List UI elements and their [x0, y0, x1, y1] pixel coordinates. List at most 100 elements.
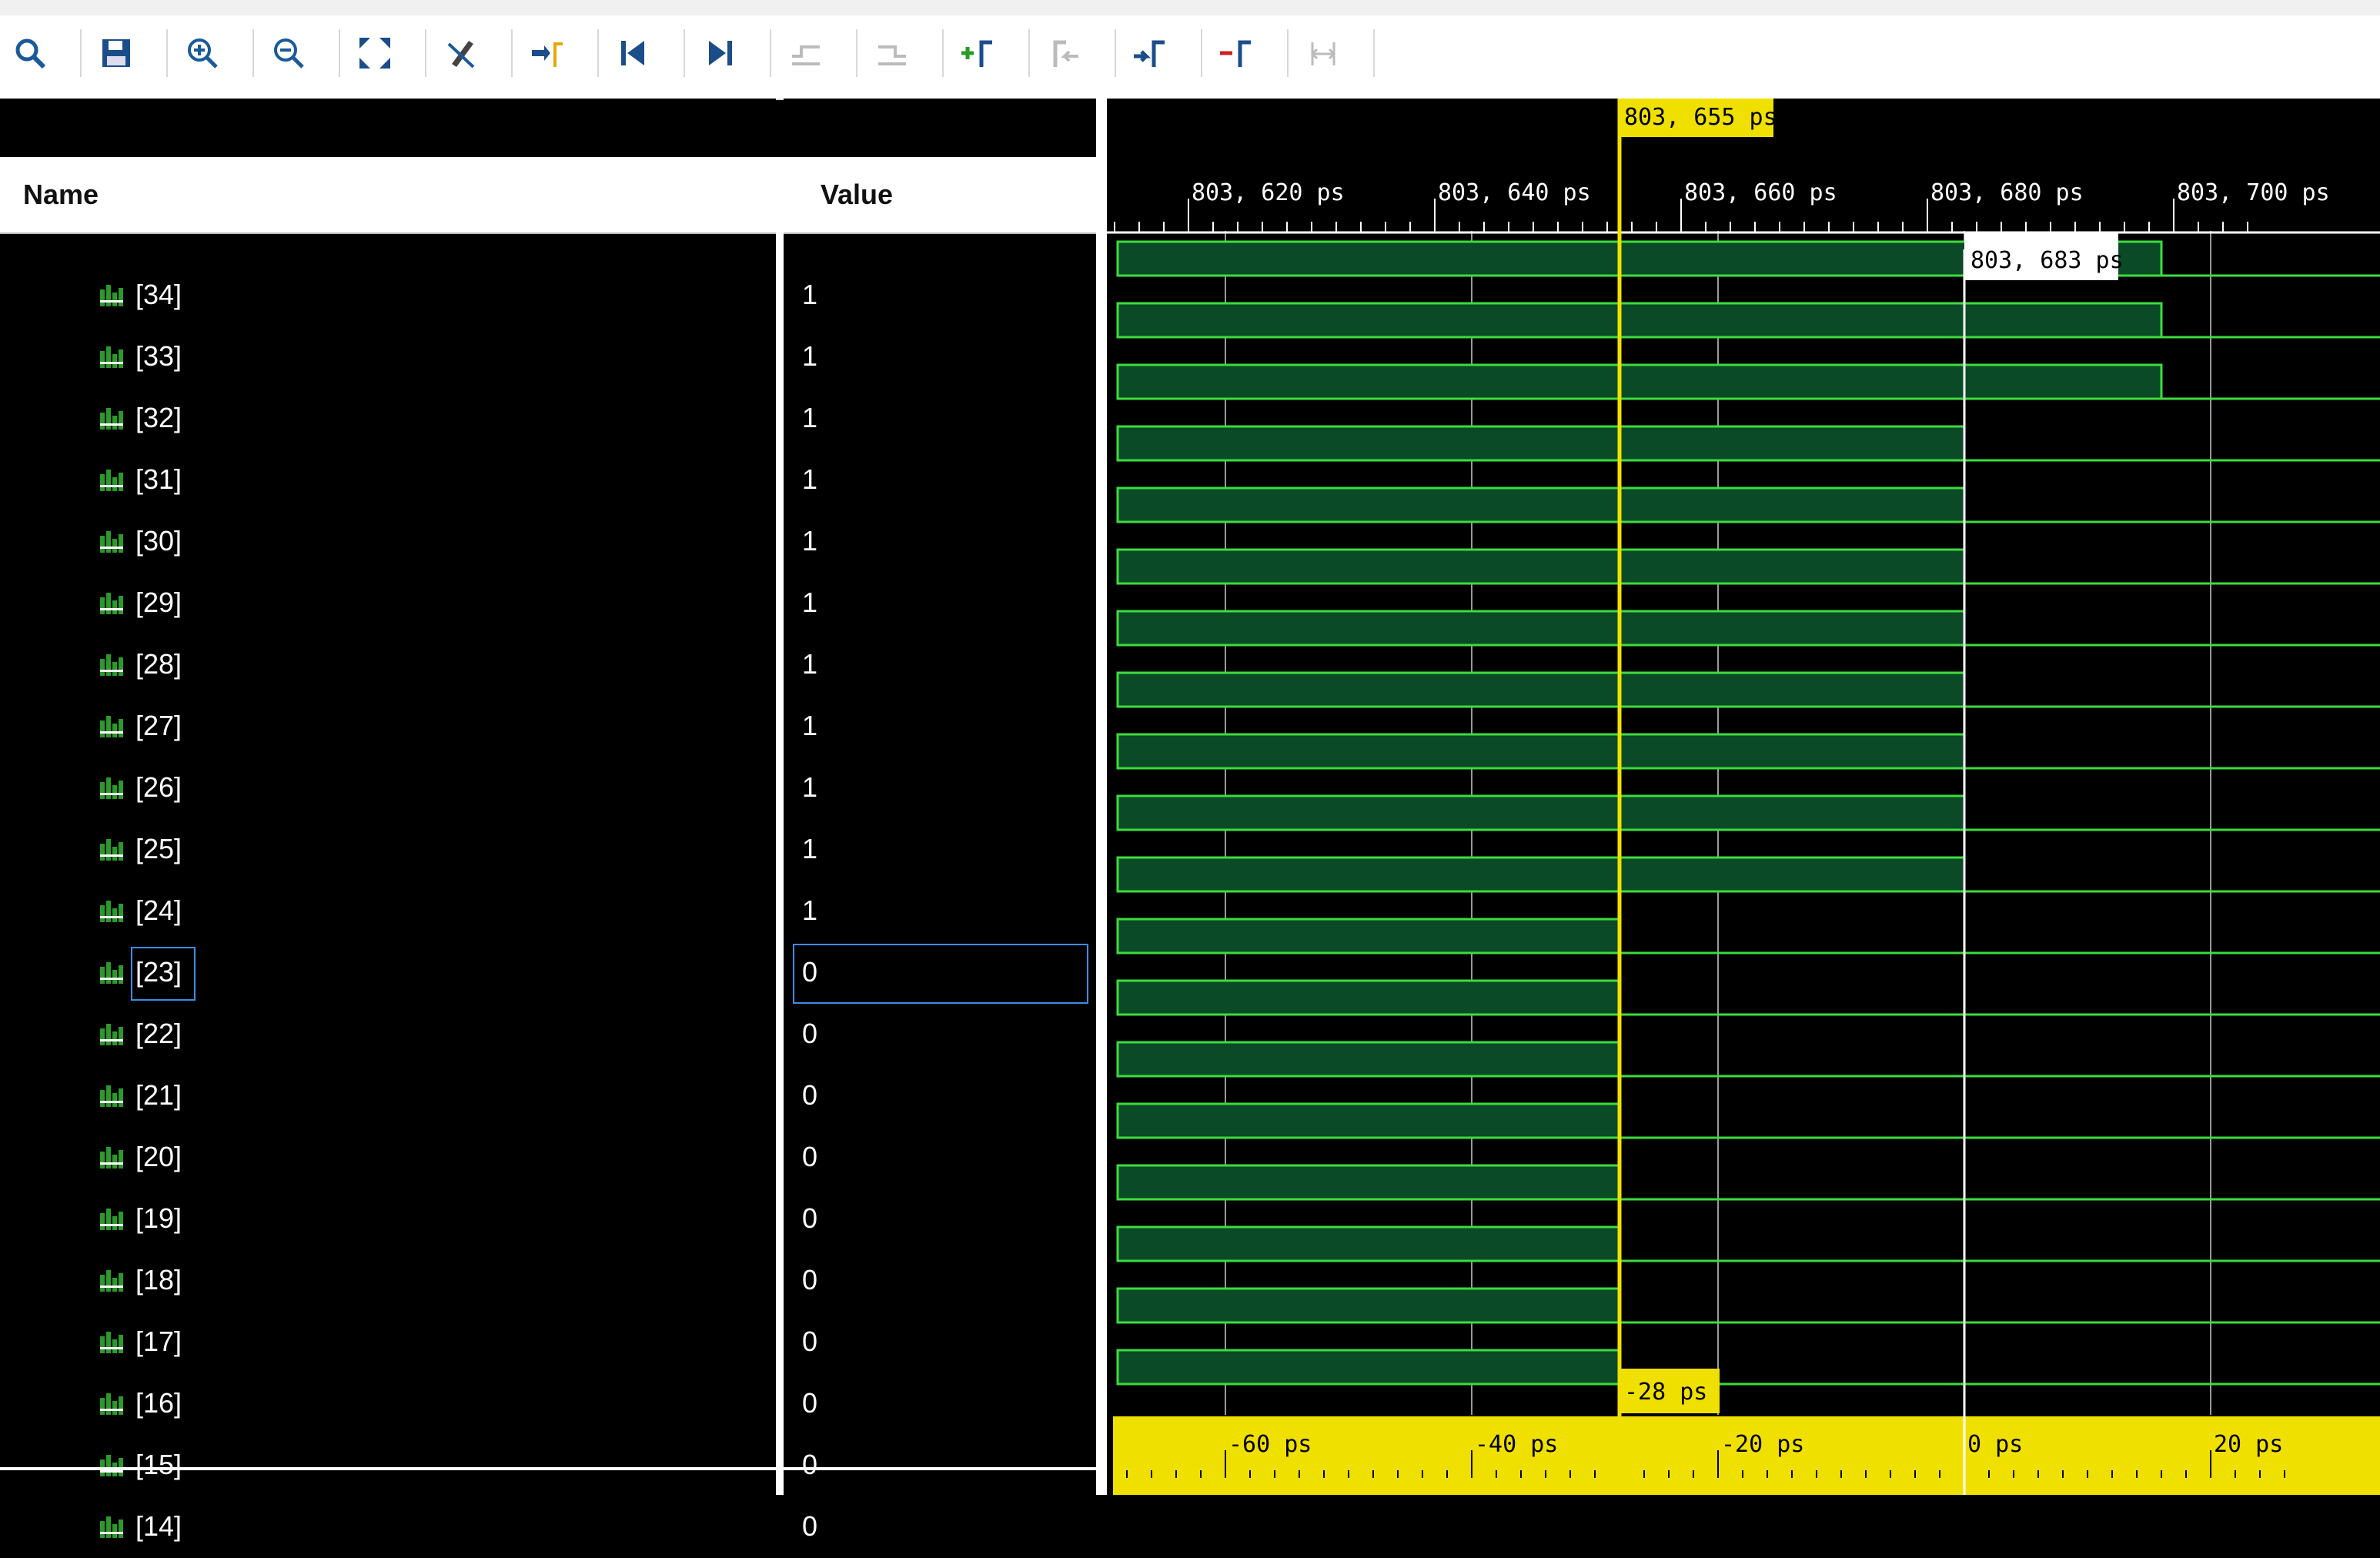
signal-row[interactable]: [18] — [0, 1250, 776, 1312]
signal-value-row[interactable]: 0 — [784, 1127, 1096, 1189]
signal-value-row[interactable]: 1 — [784, 634, 1096, 696]
name-column-label: Name — [23, 179, 99, 210]
signal-value-row[interactable]: 0 — [784, 1065, 1096, 1127]
signal-value-row[interactable]: 0 — [784, 1312, 1096, 1373]
selected-name-outline — [131, 947, 196, 1001]
toolbar-separator — [1201, 29, 1202, 77]
signal-value-row[interactable]: 0 — [784, 1004, 1096, 1065]
signal-name: [19] — [135, 1202, 182, 1234]
waveform-canvas[interactable]: 803, 620 ps 803, 640 ps 803, 660 ps 803, 68… — [1107, 99, 2380, 1495]
prev-transition-button[interactable] — [779, 26, 833, 80]
remove-marker-button[interactable] — [1210, 26, 1264, 80]
signal-row[interactable]: [31] — [0, 450, 776, 511]
signal-row[interactable]: [25] — [0, 819, 776, 881]
goto-start-button[interactable] — [607, 26, 660, 80]
signal-value-row[interactable]: 1 — [784, 511, 1096, 573]
signal-row[interactable]: [29] — [0, 573, 776, 634]
signal-value-row[interactable]: 0 — [784, 1373, 1096, 1435]
signal-row[interactable]: [27] — [0, 696, 776, 757]
signal-row[interactable]: [21] — [0, 1065, 776, 1127]
next-marker-button[interactable] — [1124, 26, 1178, 80]
signal-row[interactable]: [19] — [0, 1189, 776, 1250]
bus-signal-icon — [99, 528, 125, 554]
value-column-header[interactable]: Value — [784, 157, 1096, 234]
signal-value: 0 — [802, 1264, 818, 1296]
wave-high-segment — [1116, 1287, 1621, 1324]
signal-value-row[interactable]: 1 — [784, 326, 1096, 388]
signal-row[interactable]: [15] — [0, 1435, 776, 1496]
signal-name: [33] — [135, 340, 182, 372]
signal-row[interactable]: [28] — [0, 634, 776, 696]
swap-cursors-button[interactable] — [1296, 26, 1350, 80]
next-transition-button[interactable] — [865, 26, 919, 80]
signal-value-row[interactable]: 0 — [784, 1496, 1096, 1558]
name-column-header[interactable]: Name — [0, 157, 776, 234]
prev-marker-button[interactable] — [1038, 26, 1091, 80]
signal-name: [17] — [135, 1326, 182, 1357]
top-tick-label: 803, 660 ps — [1684, 179, 1837, 206]
signal-row[interactable]: [22] — [0, 1004, 776, 1065]
prev-marker-icon — [1053, 40, 1078, 67]
zoom-in-button[interactable] — [175, 26, 229, 80]
wave-high-segment — [1116, 671, 1966, 708]
top-tick-label: 803, 620 ps — [1192, 179, 1345, 206]
signal-row[interactable]: [23] — [0, 942, 776, 1004]
wave-high-segment — [1116, 610, 1966, 647]
signal-value-row[interactable]: 1 — [784, 573, 1096, 634]
signal-name: [22] — [135, 1018, 182, 1049]
value-wave-splitter[interactable] — [1096, 99, 1107, 1495]
signal-value-row[interactable]: 1 — [784, 265, 1096, 326]
signal-value-row[interactable]: 0 — [784, 1435, 1096, 1496]
signal-value: 1 — [802, 771, 818, 803]
signal-row[interactable]: [32] — [0, 388, 776, 450]
top-tick-label: 803, 680 ps — [1930, 179, 2084, 206]
signal-name: [18] — [135, 1264, 182, 1296]
zoom-fit-button[interactable] — [348, 26, 402, 80]
signal-value-row[interactable]: 1 — [784, 696, 1096, 757]
signal-row[interactable]: [34] — [0, 265, 776, 326]
top-tick-label: 803, 640 ps — [1438, 179, 1591, 206]
signal-row[interactable]: [16] — [0, 1373, 776, 1435]
selected-value-outline — [793, 944, 1088, 1004]
toolbar-separator — [597, 29, 599, 77]
zoom-out-button[interactable] — [262, 26, 316, 80]
save-button[interactable] — [89, 26, 143, 80]
top-strip — [0, 0, 2380, 15]
signal-row[interactable]: [24] — [0, 881, 776, 942]
signal-row[interactable]: [14] — [0, 1496, 776, 1558]
toolbar — [0, 0, 2380, 100]
signal-value-row[interactable]: 0 — [784, 1250, 1096, 1312]
signal-value-row[interactable]: 1 — [784, 757, 1096, 819]
add-marker-icon — [961, 40, 992, 67]
search-button[interactable] — [3, 26, 57, 80]
signal-name: [26] — [135, 771, 182, 803]
waveform-panel[interactable]: 803, 620 ps 803, 640 ps 803, 660 ps 803, 68… — [1107, 99, 2380, 1495]
bus-signal-icon — [99, 1329, 125, 1355]
wave-high-segment — [1116, 918, 1621, 955]
goto-end-button[interactable] — [693, 26, 747, 80]
signal-row[interactable]: [30] — [0, 511, 776, 573]
bottom-tick-label: -60 ps — [1228, 1431, 1312, 1458]
signal-value-row[interactable]: 1 — [784, 819, 1096, 881]
signal-value-row[interactable]: 0 — [784, 942, 1096, 1004]
add-marker-button[interactable] — [951, 26, 1005, 80]
bus-signal-icon — [99, 1144, 125, 1170]
signal-row[interactable]: [20] — [0, 1127, 776, 1189]
signal-row[interactable]: [33] — [0, 326, 776, 388]
wave-high-segment — [1116, 1164, 1621, 1201]
goto-cursor-button[interactable] — [520, 26, 574, 80]
bottom-tick-label: 0 ps — [1967, 1431, 2023, 1458]
name-value-splitter[interactable] — [776, 157, 784, 1495]
toolbar-separator — [80, 29, 82, 77]
signal-value-row[interactable]: 1 — [784, 388, 1096, 450]
signal-row[interactable]: [26] — [0, 757, 776, 819]
cursor-off-button[interactable] — [434, 26, 488, 80]
wave-high-segment — [1116, 486, 1966, 523]
wave-high-segment — [1116, 733, 1966, 770]
toolbar-separator — [942, 29, 944, 77]
signal-value-row[interactable]: 0 — [784, 1189, 1096, 1250]
signal-name: [28] — [135, 648, 182, 680]
signal-row[interactable]: [17] — [0, 1312, 776, 1373]
signal-value-row[interactable]: 1 — [784, 881, 1096, 942]
signal-value-row[interactable]: 1 — [784, 450, 1096, 511]
